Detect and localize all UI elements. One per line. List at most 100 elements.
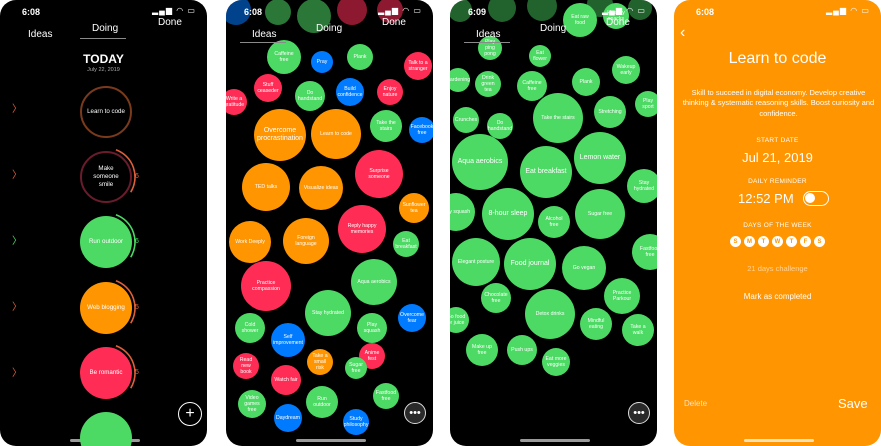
- idea-bubble[interactable]: Pray: [311, 51, 333, 73]
- idea-bubble[interactable]: Visualize ideas: [299, 166, 343, 210]
- idea-bubble[interactable]: Play squash: [450, 193, 475, 231]
- idea-bubble[interactable]: Study philosophy: [343, 409, 369, 435]
- idea-bubble[interactable]: Lemon water: [574, 132, 626, 184]
- idea-bubble[interactable]: Gardening: [450, 68, 470, 92]
- reminder-toggle[interactable]: [803, 191, 829, 206]
- day-toggle[interactable]: T: [786, 236, 797, 247]
- idea-bubble[interactable]: Eat more veggies: [542, 348, 570, 376]
- nav-doing[interactable]: Doing: [540, 23, 566, 34]
- idea-bubble[interactable]: Plank: [347, 44, 373, 70]
- idea-bubble[interactable]: Eat breakfast: [520, 146, 572, 198]
- day-toggle[interactable]: S: [730, 236, 741, 247]
- idea-bubble[interactable]: Overcome procrastination: [254, 109, 306, 161]
- more-icon[interactable]: •••: [628, 402, 650, 424]
- idea-bubble[interactable]: Build confidence: [336, 78, 364, 106]
- idea-bubble[interactable]: Caffeine free: [267, 40, 301, 74]
- idea-bubble[interactable]: Practice Parkour: [604, 278, 640, 314]
- idea-bubble[interactable]: Alcohol free: [538, 206, 570, 238]
- idea-bubble[interactable]: Practice compassion: [241, 261, 291, 311]
- habit-ring[interactable]: Learn to code: [80, 86, 132, 138]
- idea-bubble[interactable]: Cold shower: [235, 313, 265, 343]
- nav-done[interactable]: Done: [382, 17, 406, 28]
- day-toggle[interactable]: T: [758, 236, 769, 247]
- delete-button[interactable]: Delete: [684, 399, 707, 408]
- idea-bubble[interactable]: Do handstand: [487, 113, 513, 139]
- chevron-left-icon[interactable]: ‹: [680, 24, 685, 42]
- idea-bubble[interactable]: Detox drinks: [525, 289, 575, 339]
- idea-bubble[interactable]: Surprise someone: [355, 150, 403, 198]
- idea-bubble[interactable]: Plank: [572, 68, 600, 96]
- idea-bubble[interactable]: Learn to code: [311, 109, 361, 159]
- idea-bubble[interactable]: Crunches: [453, 107, 479, 133]
- idea-bubble[interactable]: Work Deeply: [229, 221, 271, 263]
- idea-bubble[interactable]: Stuff ceaseder: [254, 74, 282, 102]
- idea-bubble[interactable]: Stay hydrated: [305, 290, 351, 336]
- plus-icon[interactable]: +: [178, 402, 202, 426]
- idea-bubble[interactable]: Push ups: [507, 335, 537, 365]
- idea-bubble[interactable]: Caffeine free: [517, 71, 547, 101]
- idea-bubble[interactable]: Stay hydrated: [627, 169, 657, 203]
- nav-done[interactable]: Done: [606, 17, 630, 28]
- idea-bubble[interactable]: Eat raw food: [563, 3, 597, 37]
- day-toggle[interactable]: S: [814, 236, 825, 247]
- more-icon[interactable]: •••: [404, 402, 426, 424]
- idea-bubble[interactable]: Foreign language: [283, 218, 329, 264]
- idea-bubble[interactable]: Self improvement: [271, 323, 305, 357]
- nav-ideas[interactable]: Ideas: [252, 29, 276, 40]
- idea-bubble-label: Push ups: [511, 346, 533, 353]
- nav-done[interactable]: Done: [158, 17, 182, 28]
- idea-bubble[interactable]: Play squash: [357, 313, 387, 343]
- idea-bubble[interactable]: Sunflower tea: [399, 193, 429, 223]
- idea-bubble[interactable]: Do handstand: [295, 81, 325, 111]
- start-date-value[interactable]: Jul 21, 2019: [674, 150, 881, 165]
- day-toggle[interactable]: F: [800, 236, 811, 247]
- idea-bubble[interactable]: Overcome fear: [398, 304, 426, 332]
- idea-bubble[interactable]: Take a walk: [622, 314, 654, 346]
- day-toggle[interactable]: M: [744, 236, 755, 247]
- idea-bubble[interactable]: Elegant posture: [452, 238, 500, 286]
- idea-bubble[interactable]: Stretching: [594, 96, 626, 128]
- idea-bubble[interactable]: Food journal: [504, 238, 556, 290]
- idea-bubble[interactable]: Take the stairs: [370, 110, 402, 142]
- nav-ideas[interactable]: Ideas: [28, 29, 52, 40]
- idea-bubble[interactable]: Go vegan: [562, 246, 606, 290]
- day-toggle[interactable]: W: [772, 236, 783, 247]
- idea-bubble[interactable]: Enjoy nature: [377, 79, 403, 105]
- idea-bubble[interactable]: Aqua aerobics: [351, 259, 397, 305]
- idea-bubble[interactable]: Run outdoor: [306, 386, 338, 418]
- idea-bubble[interactable]: Sugar free: [345, 357, 367, 379]
- idea-bubble[interactable]: Wakeup early: [612, 56, 640, 84]
- nav-doing[interactable]: Doing: [316, 23, 342, 34]
- mark-completed-button[interactable]: Mark as completed: [674, 292, 881, 301]
- idea-bubble[interactable]: Go food or juice: [450, 307, 469, 333]
- idea-bubble[interactable]: Talk to a stranger: [404, 52, 432, 80]
- idea-bubble[interactable]: Take the stairs: [533, 93, 583, 143]
- idea-bubble[interactable]: 8-hour sleep: [482, 188, 534, 240]
- idea-bubble[interactable]: TED talks: [242, 163, 290, 211]
- habit-ring[interactable]: [80, 412, 132, 446]
- idea-bubble[interactable]: Play sport: [635, 91, 657, 117]
- reminder-time-value[interactable]: 12:52 PM: [738, 191, 794, 206]
- idea-bubble[interactable]: Watch fair: [271, 365, 301, 395]
- idea-bubble[interactable]: Make up free: [466, 334, 498, 366]
- idea-bubble[interactable]: Eat flower: [529, 45, 551, 67]
- idea-bubble[interactable]: Sugar free: [575, 189, 625, 239]
- idea-bubble[interactable]: Write a gratitude: [226, 89, 247, 115]
- idea-bubble[interactable]: Chocolate free: [481, 283, 511, 313]
- nav-ideas[interactable]: Ideas: [476, 29, 500, 40]
- idea-bubble[interactable]: Fastfood free: [632, 234, 657, 270]
- idea-bubble[interactable]: Aqua aerobics: [452, 134, 508, 190]
- idea-bubble-label: Play squash: [450, 208, 471, 215]
- save-button[interactable]: Save: [838, 396, 868, 411]
- idea-bubble[interactable]: Reply happy memories: [338, 205, 386, 253]
- idea-bubble[interactable]: Eat breakfast: [393, 231, 419, 257]
- idea-bubble[interactable]: Take a small risk: [307, 349, 333, 375]
- idea-bubble[interactable]: Video games free: [238, 390, 266, 418]
- idea-bubble[interactable]: Fastfood free: [373, 383, 399, 409]
- idea-bubble[interactable]: Facebook free: [409, 117, 433, 143]
- idea-bubble[interactable]: Read new book: [233, 353, 259, 379]
- idea-bubble[interactable]: Mindful eating: [580, 308, 612, 340]
- idea-bubble[interactable]: Daydream: [274, 404, 302, 432]
- idea-bubble[interactable]: Drink green tea: [475, 71, 501, 97]
- nav-doing[interactable]: Doing: [92, 23, 118, 34]
